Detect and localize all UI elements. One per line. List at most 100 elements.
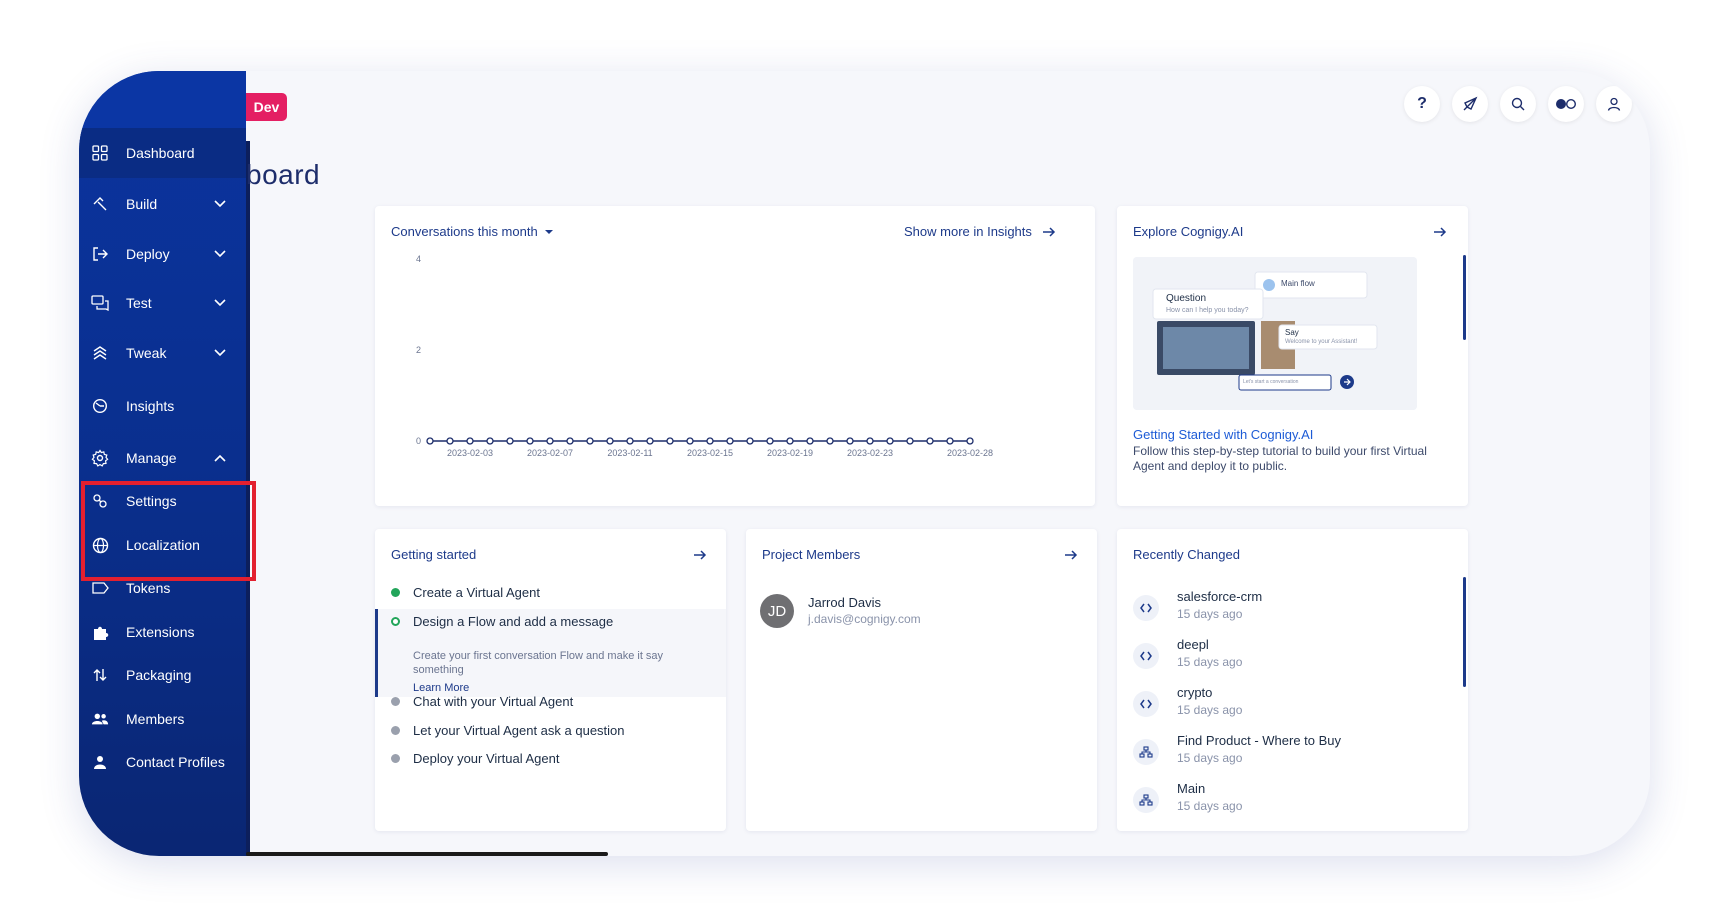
sidebar-item-deploy[interactable]: Deploy [79, 230, 246, 278]
conversations-card: Conversations this month Show more in In… [375, 206, 1095, 506]
list-item[interactable]: salesforce-crm 15 days ago [1133, 589, 1433, 637]
data-point[interactable] [786, 437, 794, 445]
sidebar-item-label: Dashboard [126, 145, 195, 161]
data-point[interactable] [586, 437, 594, 445]
data-point[interactable] [466, 437, 474, 445]
x-tick-label: 2023-02-03 [447, 448, 493, 458]
user-svg [1607, 97, 1621, 111]
compass-icon[interactable] [1452, 86, 1488, 122]
members-title: Project Members [762, 547, 861, 562]
data-point[interactable] [806, 437, 814, 445]
recent-scrollbar[interactable] [1463, 577, 1466, 687]
data-point[interactable] [946, 437, 954, 445]
explore-illustration[interactable]: Main flow Question How can I help you to… [1133, 257, 1417, 410]
data-point[interactable] [706, 437, 714, 445]
data-point[interactable] [626, 437, 634, 445]
explore-scrollbar[interactable] [1463, 255, 1466, 340]
sidebar-item-manage[interactable]: Manage [79, 434, 246, 482]
layers-icon [91, 344, 109, 362]
step-label: Deploy your Virtual Agent [413, 751, 560, 766]
data-point[interactable] [926, 437, 934, 445]
help-icon[interactable]: ? [1404, 86, 1440, 122]
active-step-description: Create your first conversation Flow and … [413, 650, 664, 676]
data-point[interactable] [426, 437, 434, 445]
member-name[interactable]: Jarrod Davis [808, 595, 881, 610]
member-email: j.davis@cognigy.com [808, 612, 921, 626]
data-point[interactable] [966, 437, 974, 445]
data-point[interactable] [486, 437, 494, 445]
sidebar-item-dashboard[interactable]: Dashboard [79, 128, 246, 178]
x-tick-label: 2023-02-19 [767, 448, 813, 458]
sidebar-item-settings[interactable]: Settings [79, 477, 246, 525]
gear-icon [91, 449, 109, 467]
deploy-icon [91, 245, 109, 263]
chevron-down-icon[interactable] [213, 296, 227, 310]
learn-more-link[interactable]: Learn More [413, 682, 469, 694]
illustration-question-sub: How can I help you today? [1166, 307, 1249, 314]
sidebar-item-test[interactable]: Test [79, 279, 246, 327]
sidebar-item-label: Contact Profiles [126, 754, 225, 770]
explore-arrow-icon[interactable] [1432, 224, 1448, 240]
chevron-down-icon[interactable] [213, 247, 227, 261]
insights-icon [91, 397, 109, 415]
list-item[interactable]: Main 15 days ago [1133, 781, 1433, 829]
data-point[interactable] [746, 437, 754, 445]
list-item[interactable]: deepl 15 days ago [1133, 637, 1433, 685]
user-icon[interactable] [1596, 86, 1632, 122]
data-point[interactable] [566, 437, 574, 445]
step-item[interactable]: Create a Virtual Agent [391, 585, 540, 600]
data-point[interactable] [666, 437, 674, 445]
data-point[interactable] [766, 437, 774, 445]
getting-started-arrow-icon[interactable] [692, 547, 708, 563]
explore-card: Explore Cognigy.AI Main flow Question Ho… [1117, 206, 1468, 506]
data-point[interactable] [506, 437, 514, 445]
members-arrow-icon[interactable] [1063, 547, 1079, 563]
getting-started-link[interactable]: Getting Started with Cognigy.AI [1133, 427, 1313, 442]
data-point[interactable] [646, 437, 654, 445]
sidebar-item-extensions[interactable]: Extensions [79, 608, 246, 656]
step-item[interactable]: Chat with your Virtual Agent [391, 694, 573, 709]
data-point[interactable] [886, 437, 894, 445]
help-glyph: ? [1417, 95, 1427, 112]
data-point[interactable] [686, 437, 694, 445]
data-point[interactable] [446, 437, 454, 445]
search-icon[interactable] [1500, 86, 1536, 122]
recent-title: Recently Changed [1133, 547, 1240, 562]
data-point[interactable] [526, 437, 534, 445]
list-item[interactable]: Find Product - Where to Buy 15 days ago [1133, 733, 1433, 781]
step-dot-icon [391, 726, 400, 735]
getting-started-title: Getting started [391, 547, 477, 562]
step-label: Design a Flow and add a message [413, 614, 614, 629]
chevron-up-icon[interactable] [213, 451, 227, 465]
sidebar-item-tokens[interactable]: Tokens [79, 564, 246, 612]
compass-svg [1463, 96, 1478, 111]
sidebar-item-packaging[interactable]: Packaging [79, 651, 246, 699]
data-point[interactable] [826, 437, 834, 445]
step-item[interactable]: Let your Virtual Agent ask a question [391, 723, 625, 738]
data-point[interactable] [606, 437, 614, 445]
sidebar-item-localization[interactable]: Localization [79, 521, 246, 569]
chevron-down-icon[interactable] [213, 346, 227, 360]
data-point[interactable] [726, 437, 734, 445]
chevron-down-icon[interactable] [213, 197, 227, 211]
sidebar-item-build[interactable]: Build [79, 180, 246, 228]
step-label: Create a Virtual Agent [413, 585, 540, 600]
topbar-icons: ? [1404, 86, 1632, 122]
data-point[interactable] [906, 437, 914, 445]
sidebar-item-members[interactable]: Members [79, 695, 246, 743]
explore-title: Explore Cognigy.AI [1133, 224, 1244, 239]
sidebar-item-insights[interactable]: Insights [79, 382, 246, 430]
sidebar-item-tweak[interactable]: Tweak [79, 329, 246, 377]
data-point[interactable] [866, 437, 874, 445]
step-item[interactable]: Design a Flow and add a message [391, 614, 613, 629]
data-point[interactable] [546, 437, 554, 445]
code-icon [1133, 595, 1159, 621]
data-point[interactable] [846, 437, 854, 445]
chat-icon [91, 294, 109, 312]
sidebar: Dashboard Build Deploy Test Tweak Insights Man… [79, 71, 246, 856]
sidebar-item-contact-profiles[interactable]: Contact Profiles [79, 738, 246, 786]
horizontal-scrollbar[interactable] [246, 852, 608, 856]
list-item[interactable]: crypto 15 days ago [1133, 685, 1433, 733]
step-item[interactable]: Deploy your Virtual Agent [391, 751, 559, 766]
toggle-icon[interactable] [1548, 86, 1584, 122]
